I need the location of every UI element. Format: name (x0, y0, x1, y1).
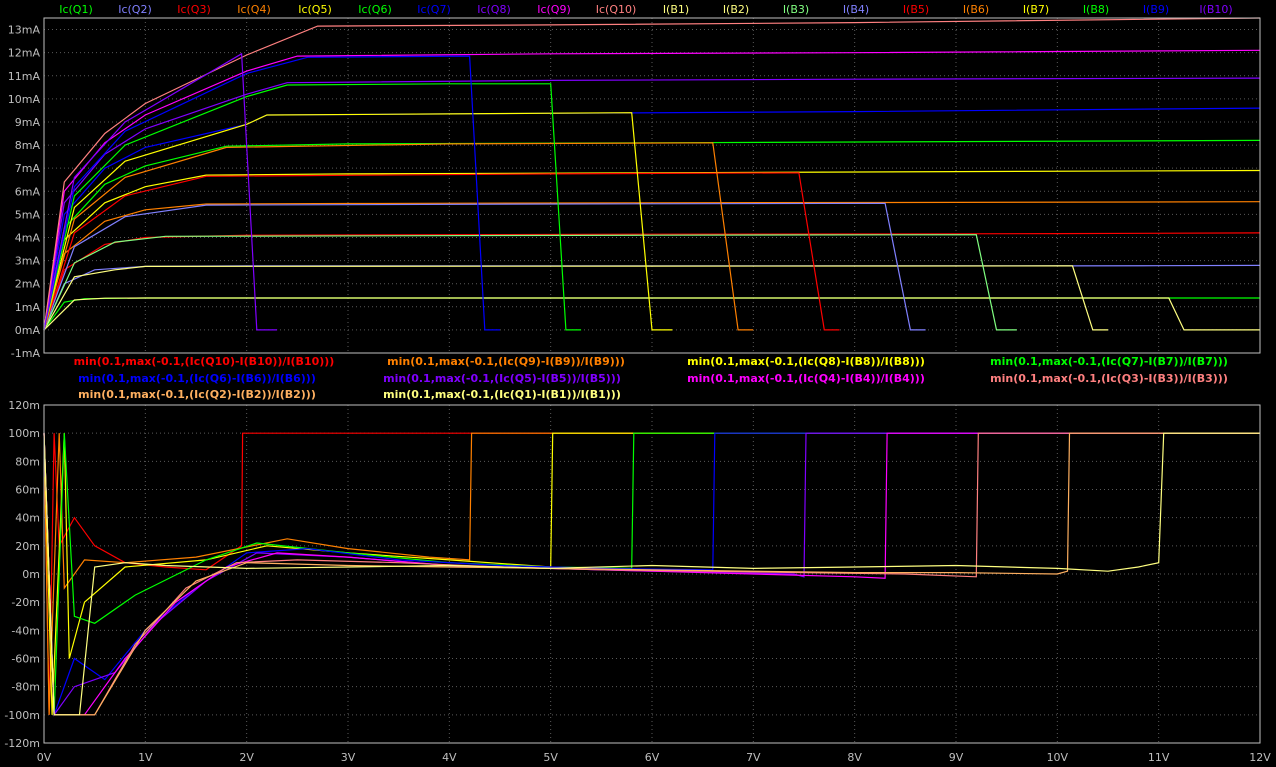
top-legend-item: I(B6) (963, 3, 989, 16)
top-legend-item: Ic(Q3) (177, 3, 211, 16)
bottom-legend-item: min(0.1,max(-0.1,(Ic(Q9)-I(B9))/I(B9))) (387, 355, 625, 368)
x-tick-label: 2V (239, 751, 254, 764)
top-legend-item: Ic(Q6) (358, 3, 392, 16)
y-tick-label: -80m (11, 681, 40, 694)
y-tick-label: -40m (11, 624, 40, 637)
top-legend-item: Ic(Q4) (237, 3, 271, 16)
y-tick-label: 9mA (15, 116, 41, 129)
y-tick-label: 100m (8, 427, 40, 440)
y-tick-label: 4mA (15, 231, 41, 244)
y-tick-label: 120m (8, 399, 40, 412)
top-legend-item: I(B3) (783, 3, 809, 16)
x-tick-label: 5V (543, 751, 558, 764)
top-legend-item: I(B4) (843, 3, 869, 16)
top-legend-item: I(B7) (1023, 3, 1049, 16)
y-tick-label: 7mA (15, 162, 41, 175)
top-legend-item: I(B1) (663, 3, 689, 16)
y-tick-label: 12mA (8, 47, 41, 60)
y-tick-label: -1mA (11, 347, 41, 360)
y-tick-label: -20m (11, 596, 40, 609)
y-tick-label: 6mA (15, 185, 41, 198)
y-tick-label: 20m (15, 540, 40, 553)
y-tick-label: 80m (15, 455, 40, 468)
top-legend-item: Ic(Q2) (118, 3, 152, 16)
top-legend-item: Ic(Q7) (417, 3, 451, 16)
y-tick-label: 60m (15, 484, 40, 497)
y-tick-label: 0mA (15, 324, 41, 337)
y-tick-label: 8mA (15, 139, 41, 152)
bottom-legend-item: min(0.1,max(-0.1,(Ic(Q1)-I(B1))/I(B1))) (383, 388, 621, 401)
y-tick-label: -60m (11, 653, 40, 666)
y-tick-label: 13mA (8, 24, 41, 37)
x-tick-label: 4V (442, 751, 457, 764)
x-tick-label: 11V (1148, 751, 1170, 764)
x-tick-label: 0V (37, 751, 52, 764)
top-legend-item: I(B5) (903, 3, 929, 16)
x-tick-label: 3V (341, 751, 356, 764)
x-tick-label: 6V (645, 751, 660, 764)
x-tick-label: 10V (1047, 751, 1069, 764)
y-tick-label: -120m (4, 737, 40, 750)
top-legend-item: I(B10) (1199, 3, 1232, 16)
x-tick-label: 1V (138, 751, 153, 764)
top-legend-item: I(B2) (723, 3, 749, 16)
bottom-legend-item: min(0.1,max(-0.1,(Ic(Q3)-I(B3))/I(B3))) (990, 372, 1228, 385)
bottom-legend-item: min(0.1,max(-0.1,(Ic(Q10)-I(B10))/I(B10)… (74, 355, 335, 368)
bottom-legend-item: min(0.1,max(-0.1,(Ic(Q8)-I(B8))/I(B8))) (687, 355, 925, 368)
x-tick-label: 8V (847, 751, 862, 764)
top-legend-item: Ic(Q1) (59, 3, 93, 16)
y-tick-label: 10mA (8, 93, 41, 106)
y-tick-label: 2mA (15, 278, 41, 291)
y-tick-label: 11mA (8, 70, 41, 83)
top-legend-item: Ic(Q8) (477, 3, 511, 16)
y-tick-label: 5mA (15, 208, 41, 221)
top-legend-item: I(B8) (1083, 3, 1109, 16)
top-legend-item: I(B9) (1143, 3, 1169, 16)
bottom-legend-item: min(0.1,max(-0.1,(Ic(Q4)-I(B4))/I(B4))) (687, 372, 925, 385)
top-legend-item: Ic(Q10) (596, 3, 637, 16)
bottom-legend-item: min(0.1,max(-0.1,(Ic(Q5)-I(B5))/I(B5))) (383, 372, 621, 385)
y-tick-label: 1mA (15, 301, 41, 314)
y-tick-label: 0m (22, 568, 40, 581)
top-legend-item: Ic(Q9) (537, 3, 571, 16)
y-tick-label: -100m (4, 709, 40, 722)
x-tick-label: 12V (1249, 751, 1271, 764)
bottom-legend-item: min(0.1,max(-0.1,(Ic(Q7)-I(B7))/I(B7))) (990, 355, 1228, 368)
bottom-legend-item: min(0.1,max(-0.1,(Ic(Q2)-I(B2))/I(B2))) (78, 388, 316, 401)
y-tick-label: 3mA (15, 255, 41, 268)
y-tick-label: 40m (15, 512, 40, 525)
top-legend-item: Ic(Q5) (298, 3, 332, 16)
x-tick-label: 7V (746, 751, 761, 764)
bottom-legend-item: min(0.1,max(-0.1,(Ic(Q6)-I(B6))/I(B6))) (78, 372, 316, 385)
waveform-viewer: Ic(Q1) Ic(Q2) Ic(Q3) Ic(Q4) Ic(Q5) Ic(Q6) Ic(Q… (0, 0, 1276, 767)
x-tick-label: 9V (949, 751, 964, 764)
